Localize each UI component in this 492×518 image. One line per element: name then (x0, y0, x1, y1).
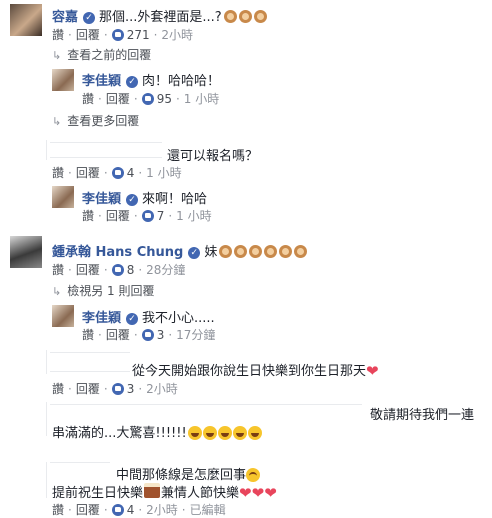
comment-text: 串滿滿的...大驚喜!!!!!! (52, 426, 187, 441)
timestamp[interactable]: 2小時 (146, 503, 178, 517)
comment-text: 還可以報名嗎？ (167, 149, 259, 164)
reply-arrow-icon: ↳ (52, 49, 62, 62)
comment-4-actions: 讚 · 回覆 · 3 · 2小時 (52, 382, 178, 396)
comment-2-actions: 讚 · 回覆 · 4 · 1 小時 (52, 166, 182, 180)
verified-badge-icon: ✓ (126, 75, 139, 88)
reply-2-actions: 讚 · 回覆 · 7 · 1 小時 (82, 209, 212, 223)
edited-label[interactable]: 已編輯 (190, 503, 226, 517)
like-button[interactable]: 讚 (52, 28, 64, 42)
cake-emoji-icon (144, 483, 161, 498)
timestamp[interactable]: 1 小時 (184, 92, 219, 106)
verified-badge-icon: ✓ (188, 246, 201, 259)
avatar[interactable] (10, 4, 42, 36)
reply-3-header: 李佳穎 ✓ 我不小心..... (82, 307, 215, 326)
comment-text: 中間那條線是怎麼回事 (116, 468, 247, 483)
reply-arrow-icon: ↳ (52, 285, 62, 298)
comment-3-actions: 讚 · 回覆 · 8 · 28分鐘 (52, 263, 186, 277)
comment-1-header: 容嘉 ✓ 那個...外套裡面是...? (52, 6, 267, 25)
like-count[interactable]: 4 (127, 166, 135, 180)
comment-5-line2: 串滿滿的...大驚喜!!!!!! (52, 422, 262, 441)
like-thumb-icon (111, 167, 124, 179)
reply-text: 肉！哈哈哈！ (142, 74, 221, 89)
view-more-replies-link[interactable]: ↳ 查看更多回覆 (52, 112, 139, 129)
reply-button[interactable]: 回覆 (106, 328, 130, 342)
avatar[interactable] (52, 186, 74, 208)
comment-text: 兼情人節快樂 (161, 486, 240, 501)
like-button[interactable]: 讚 (82, 92, 94, 106)
reply-button[interactable]: 回覆 (106, 209, 130, 223)
like-button[interactable]: 讚 (52, 263, 64, 277)
view-previous-replies-link[interactable]: ↳ 查看之前的回覆 (52, 46, 151, 63)
like-button[interactable]: 讚 (82, 209, 94, 223)
comment-text: 那個...外套裡面是...? (99, 10, 222, 25)
like-count[interactable]: 8 (127, 263, 135, 277)
reply-text: 來啊！哈哈 (142, 192, 208, 207)
like-thumb-icon (111, 29, 124, 41)
like-count[interactable]: 7 (157, 209, 165, 223)
avatar[interactable] (10, 140, 42, 172)
timestamp[interactable]: 1 小時 (146, 166, 181, 180)
verified-badge-icon: ✓ (126, 193, 139, 206)
comment-6-actions: 讚 · 回覆 · 4 · 2小時 · 已編輯 (52, 503, 226, 517)
like-button[interactable]: 讚 (52, 166, 64, 180)
verified-badge-icon: ✓ (83, 11, 96, 24)
timestamp[interactable]: 2小時 (146, 382, 178, 396)
like-count[interactable]: 4 (127, 503, 135, 517)
verified-badge-icon: ✓ (126, 312, 139, 325)
like-count[interactable]: 271 (127, 28, 150, 42)
comment-text: 妹 (204, 245, 218, 260)
replier-name[interactable]: 李佳穎 (82, 192, 121, 207)
reply-button[interactable]: 回覆 (76, 166, 100, 180)
reply-button[interactable]: 回覆 (76, 503, 100, 517)
reply-2-header: 李佳穎 ✓ 來啊！哈哈 (82, 188, 207, 207)
avatar[interactable] (10, 236, 42, 268)
monkey-emoji-icon (217, 245, 308, 259)
reply-button[interactable]: 回覆 (106, 92, 130, 106)
timestamp[interactable]: 17分鐘 (176, 328, 215, 342)
comment-1-actions: 讚 · 回覆 · 271 · 2小時 (52, 28, 194, 42)
comment-6-line2: 提前祝生日快樂 兼情人節快樂❤❤❤ (52, 482, 277, 502)
timestamp[interactable]: 28分鐘 (146, 263, 185, 277)
comment-4-text: 從今天開始跟你說生日快樂到你生日那天❤ (132, 360, 379, 380)
avatar[interactable] (52, 305, 74, 327)
like-thumb-icon (111, 504, 124, 516)
reply-button[interactable]: 回覆 (76, 382, 100, 396)
timestamp[interactable]: 1 小時 (176, 209, 211, 223)
reply-1-header: 李佳穎 ✓ 肉！哈哈哈！ (82, 70, 220, 89)
like-thumb-icon (141, 210, 154, 222)
like-button[interactable]: 讚 (52, 503, 64, 517)
like-thumb-icon (141, 93, 154, 105)
reply-arrow-icon: ↳ (52, 115, 62, 128)
comment-text: 提前祝生日快樂 (52, 486, 144, 501)
reply-button[interactable]: 回覆 (76, 263, 100, 277)
avatar[interactable] (52, 69, 74, 91)
heart-emoji-icon: ❤❤❤ (239, 484, 277, 502)
replier-name[interactable]: 李佳穎 (82, 311, 121, 326)
reply-3-actions: 讚 · 回覆 · 3 · 17分鐘 (82, 328, 216, 342)
reply-1-actions: 讚 · 回覆 · 95 · 1 小時 (82, 92, 220, 106)
like-count[interactable]: 3 (157, 328, 165, 342)
heart-emoji-icon: ❤ (366, 362, 379, 380)
like-button[interactable]: 讚 (52, 382, 64, 396)
comment-text: 從今天開始跟你說生日快樂到你生日那天 (132, 364, 367, 379)
laughing-emoji-icon (187, 426, 262, 441)
comment-6-line1: 中間那條線是怎麼回事 (116, 464, 261, 483)
like-count[interactable]: 95 (157, 92, 172, 106)
view-one-more-reply-link[interactable]: ↳ 檢視另 1 則回覆 (52, 282, 154, 299)
reply-text: 我不小心..... (142, 311, 215, 326)
like-thumb-icon (111, 383, 124, 395)
commenter-name[interactable]: 鍾承翰 Hans Chung (52, 245, 183, 260)
comment-3-header: 鍾承翰 Hans Chung ✓ 妹 (52, 241, 308, 260)
flushed-emoji-icon (246, 468, 261, 482)
like-thumb-icon (111, 264, 124, 276)
like-button[interactable]: 讚 (82, 328, 94, 342)
like-count[interactable]: 3 (127, 382, 135, 396)
replier-name[interactable]: 李佳穎 (82, 74, 121, 89)
like-thumb-icon (141, 329, 154, 341)
reply-button[interactable]: 回覆 (76, 28, 100, 42)
commenter-name[interactable]: 容嘉 (52, 10, 78, 25)
monkey-emoji-icon (222, 10, 267, 24)
comment-5-line1: 敬請期待我們一連 (370, 408, 475, 423)
timestamp[interactable]: 2小時 (161, 28, 193, 42)
